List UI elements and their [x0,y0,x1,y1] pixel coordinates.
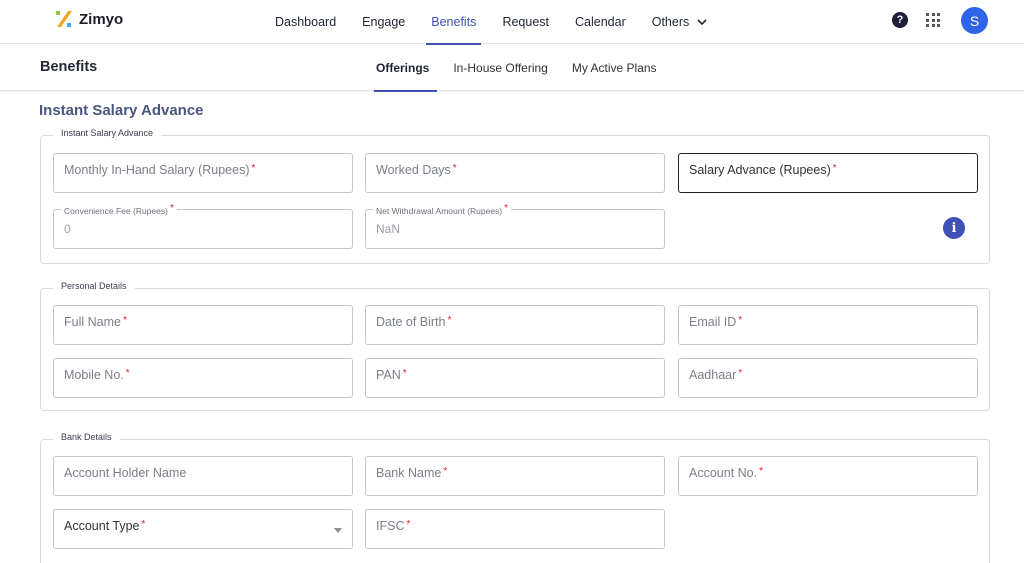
account-no-input[interactable]: Account No. * [678,456,978,496]
monthly-salary-placeholder: Monthly In-Hand Salary (Rupees) [64,163,250,177]
convenience-fee-label: Convenience Fee (Rupees) [64,206,168,216]
net-withdrawal-field: Net Withdrawal Amount (Rupees) * NaN [365,203,665,249]
pan-input[interactable]: PAN * [365,358,665,398]
user-avatar[interactable]: S [961,7,988,34]
tab-my-active-plans[interactable]: My Active Plans [562,45,667,91]
salary-section-legend: Instant Salary Advance [53,128,162,138]
ifsc-input[interactable]: IFSC * [365,509,665,549]
bank-details-section: Bank Details Account Holder Name Bank Na… [40,432,990,563]
convenience-fee-value: 0 [64,222,71,236]
mobile-placeholder: Mobile No. [64,368,124,382]
required-mark: * [447,315,452,326]
bank-section-legend: Bank Details [53,432,120,442]
full-name-input[interactable]: Full Name * [53,305,353,345]
required-mark: * [452,163,457,174]
nav-benefits[interactable]: Benefits [418,0,489,45]
account-no-placeholder: Account No. [689,466,758,480]
worked-days-input[interactable]: Worked Days * [365,153,665,193]
nav-others-label: Others [651,15,690,29]
tab-offerings[interactable]: Offerings [366,45,439,92]
personal-section-legend: Personal Details [53,281,135,291]
chevron-down-icon [697,19,707,25]
date-of-birth-input[interactable]: Date of Birth * [365,305,665,345]
worked-days-placeholder: Worked Days [376,163,451,177]
personal-details-section: Personal Details Full Name * Date of Birt… [40,281,990,411]
required-mark: * [443,466,448,477]
caret-down-icon [334,528,342,533]
email-placeholder: Email ID [689,315,737,329]
mobile-input[interactable]: Mobile No. * [53,358,353,398]
brand-name: Zimyo [79,10,124,28]
salary-advance-placeholder: Salary Advance (Rupees) [689,163,831,177]
account-type-placeholder: Account Type [64,519,140,533]
tab-in-house-offering[interactable]: In-House Offering [443,45,558,91]
net-withdrawal-value: NaN [376,222,401,236]
apps-grid-icon[interactable] [926,13,940,27]
page-title: Instant Salary Advance [39,102,204,119]
required-mark: * [251,163,256,174]
pan-placeholder: PAN [376,368,401,382]
salary-advance-input[interactable]: Salary Advance (Rupees) * [678,153,978,193]
nav-dashboard[interactable]: Dashboard [262,0,349,44]
nav-engage[interactable]: Engage [349,0,418,44]
top-navbar: Zimyo Dashboard Engage Benefits Request … [0,0,1024,45]
required-mark: * [122,315,127,326]
help-icon[interactable]: ? [892,12,908,28]
required-mark: * [141,519,146,530]
required-mark: * [738,368,743,379]
email-input[interactable]: Email ID * [678,305,978,345]
nav-calendar[interactable]: Calendar [562,0,639,44]
monthly-salary-input[interactable]: Monthly In-Hand Salary (Rupees) * [53,153,353,193]
account-holder-input[interactable]: Account Holder Name [53,456,353,496]
salary-advance-section: Instant Salary Advance Monthly In-Hand S… [40,128,990,264]
section-title: Benefits [40,59,98,75]
required-mark: * [759,466,763,477]
zimyo-logo-icon [56,11,72,27]
required-mark: * [402,368,407,379]
required-mark: * [169,203,174,214]
required-mark: * [406,519,411,530]
account-holder-placeholder: Account Holder Name [64,466,187,480]
ifsc-placeholder: IFSC [376,519,405,533]
nav-others[interactable]: Others [639,0,721,44]
benefits-tabs: Offerings In-House Offering My Active Pl… [366,45,671,92]
dob-placeholder: Date of Birth [376,315,446,329]
net-withdrawal-label: Net Withdrawal Amount (Rupees) [376,206,503,216]
required-mark: * [125,368,130,379]
brand-logo[interactable]: Zimyo [55,9,123,29]
aadhaar-placeholder: Aadhaar [689,368,737,382]
required-mark: * [738,315,743,326]
bank-name-input[interactable]: Bank Name * [365,456,665,496]
nav-request[interactable]: Request [489,0,562,44]
account-type-select[interactable]: Account Type * [53,509,353,549]
sub-header: Benefits Offerings In-House Offering My … [0,45,1024,92]
info-icon[interactable]: i [943,217,965,239]
aadhaar-input[interactable]: Aadhaar * [678,358,978,398]
full-name-placeholder: Full Name [64,315,121,329]
convenience-fee-field: Convenience Fee (Rupees) * 0 [53,203,353,249]
main-nav: Dashboard Engage Benefits Request Calend… [262,0,721,45]
bank-name-placeholder: Bank Name [376,466,442,480]
required-mark: * [832,163,837,174]
required-mark: * [504,203,509,214]
